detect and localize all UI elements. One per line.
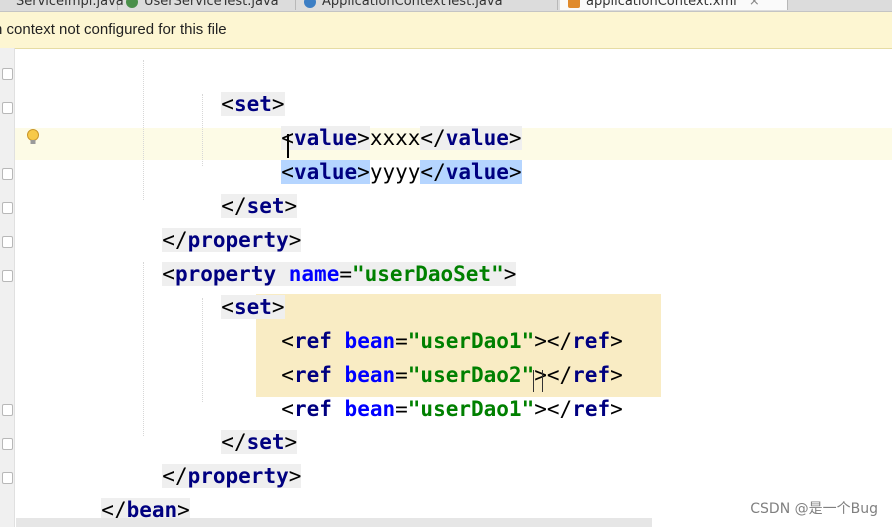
notification-text: n context not configured for this file: [0, 21, 227, 38]
text-caret: [287, 134, 289, 158]
xml-tag: ref: [293, 397, 332, 421]
java-file-icon: [126, 0, 138, 8]
xml-tag: ref: [572, 397, 611, 421]
fold-marker-icon[interactable]: [2, 236, 13, 248]
tab-application-context-test[interactable]: ApplicationContextTest.java: [296, 0, 558, 10]
code-line-value-xxxx[interactable]: <value>xxxx</value>: [256, 99, 522, 150]
xml-attribute: bean: [344, 397, 396, 421]
indent-guide: [143, 262, 144, 436]
code-line-bean-close[interactable]: </bean>: [76, 471, 190, 522]
xml-tag: value: [293, 160, 358, 184]
code-line-property-close[interactable]: </property>: [137, 201, 302, 252]
java-file-icon: [304, 0, 316, 8]
code-line-property-close-2[interactable]: </property>: [137, 437, 302, 488]
fold-marker-icon[interactable]: [2, 102, 13, 114]
xml-string: "userDao1: [407, 397, 522, 421]
text-content: y: [369, 160, 383, 184]
tab-label: ApplicationContextTest.java: [322, 0, 503, 9]
close-tab-icon[interactable]: ×: [749, 0, 760, 9]
watermark: CSDN @是一个Bug: [750, 501, 878, 517]
text-content: yyy: [382, 160, 421, 184]
text-cursor-ibeam-icon: [533, 370, 543, 392]
xml-tag: value: [445, 160, 509, 184]
xml-tag: property: [187, 464, 289, 488]
editor-gutter: [0, 48, 15, 527]
code-line-ref-userdao3[interactable]: <ref bean="userDao1"></ref>: [256, 370, 622, 421]
intention-bulb-icon[interactable]: [26, 128, 40, 146]
code-line-set-close-2[interactable]: </set>: [196, 403, 298, 454]
code-line-set-close[interactable]: </set>: [196, 167, 298, 218]
code-line-set-open[interactable]: <set>: [196, 65, 285, 116]
code-line-value-yyyy[interactable]: <value>yyyy</value>: [256, 133, 522, 184]
code-line-ref-userdao1[interactable]: <ref bean="userDao1"></ref>: [256, 302, 622, 353]
fold-marker-icon[interactable]: [2, 438, 13, 450]
editor-tab-bar: ServiceImpl.java UserServiceTest.java Ap…: [0, 0, 892, 12]
tab-application-context-xml[interactable]: applicationContext.xml ×: [560, 0, 788, 10]
tab-label: applicationContext.xml: [586, 0, 737, 9]
fold-marker-icon[interactable]: [2, 404, 13, 416]
tab-user-service-test[interactable]: UserServiceTest.java: [118, 0, 296, 10]
horizontal-scrollbar[interactable]: [16, 518, 652, 527]
tab-label: ServiceImpl.java: [16, 0, 124, 9]
fold-marker-icon[interactable]: [2, 472, 13, 484]
fold-marker-icon[interactable]: [2, 202, 13, 214]
xml-file-icon: [568, 0, 580, 8]
fold-marker-icon[interactable]: [2, 168, 13, 180]
xml-string: ": [521, 397, 535, 421]
code-line-property-userdaoset[interactable]: <property name="userDaoSet">: [137, 235, 517, 286]
code-line-set-open-2[interactable]: <set>: [196, 268, 285, 319]
fold-marker-icon[interactable]: [2, 68, 13, 80]
code-line-ref-userdao2[interactable]: <ref bean="userDao2"></ref>: [256, 336, 622, 387]
xml-attribute: name: [288, 262, 340, 286]
tab-label: UserServiceTest.java: [144, 0, 279, 9]
xml-string: "userDaoSet": [352, 262, 504, 286]
tab-service-impl[interactable]: ServiceImpl.java: [0, 0, 124, 10]
fold-marker-icon[interactable]: [2, 270, 13, 282]
indent-guide: [143, 60, 144, 200]
